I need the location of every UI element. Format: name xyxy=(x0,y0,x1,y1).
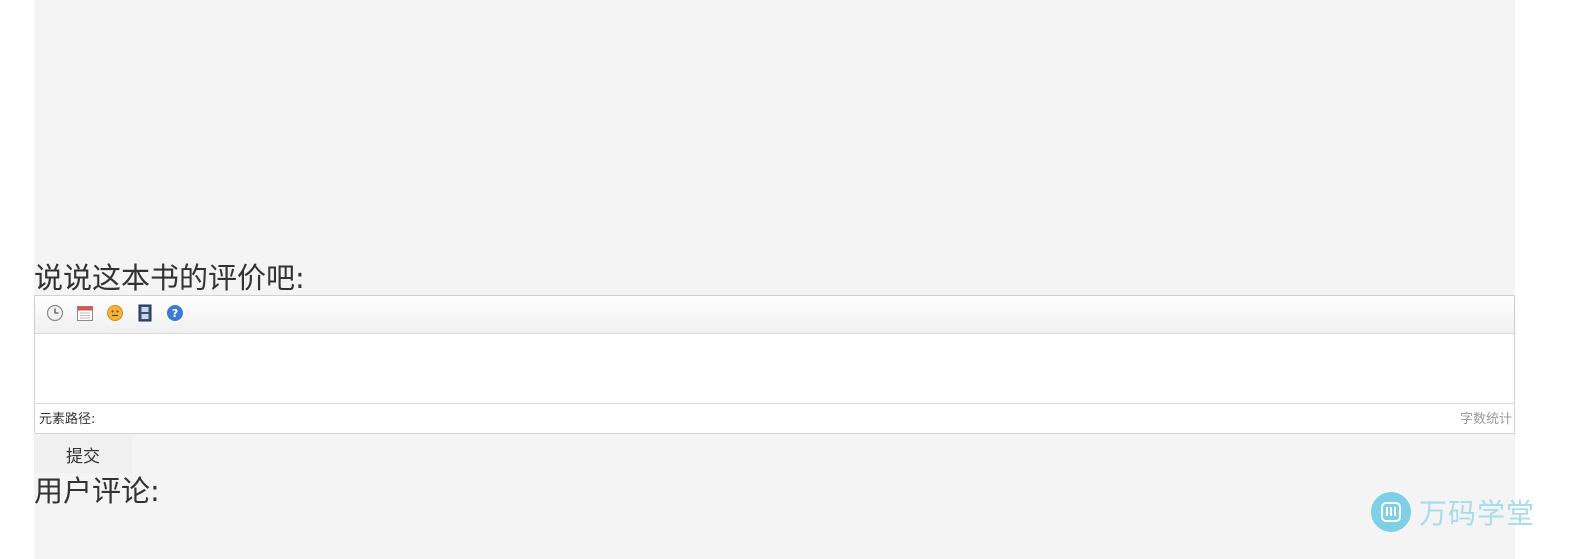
insert-video-button[interactable] xyxy=(135,304,155,326)
rich-text-editor: ? 元素路径: 字数统计 xyxy=(34,295,1515,434)
insert-emotion-button[interactable] xyxy=(105,304,125,326)
submit-button[interactable]: 提交 xyxy=(34,435,132,473)
element-path-label: 元素路径: xyxy=(39,412,96,427)
calendar-icon xyxy=(76,304,94,326)
svg-text:?: ? xyxy=(172,307,178,320)
review-heading: 说说这本书的评价吧: xyxy=(34,261,305,295)
word-count-label: 字数统计 xyxy=(1459,412,1512,427)
editor-content-area[interactable] xyxy=(35,334,1514,403)
insert-date-button[interactable] xyxy=(75,305,95,325)
help-icon: ? xyxy=(166,304,184,326)
page-container: 说说这本书的评价吧: ? 元素路径: 字数统计 提交 用户评论: xyxy=(34,0,1515,559)
comments-heading: 用户评论: xyxy=(34,474,160,508)
watermark-logo-icon xyxy=(1371,492,1411,532)
help-button[interactable]: ? xyxy=(165,304,185,326)
film-icon xyxy=(136,304,154,326)
watermark: 万码学堂 xyxy=(1371,492,1535,532)
insert-time-button[interactable] xyxy=(45,304,65,326)
clock-icon xyxy=(46,304,64,326)
emoticon-icon xyxy=(106,304,124,326)
editor-toolbar: ? xyxy=(35,296,1514,334)
watermark-text: 万码学堂 xyxy=(1419,497,1536,530)
editor-status-bar: 元素路径: 字数统计 xyxy=(35,403,1514,431)
